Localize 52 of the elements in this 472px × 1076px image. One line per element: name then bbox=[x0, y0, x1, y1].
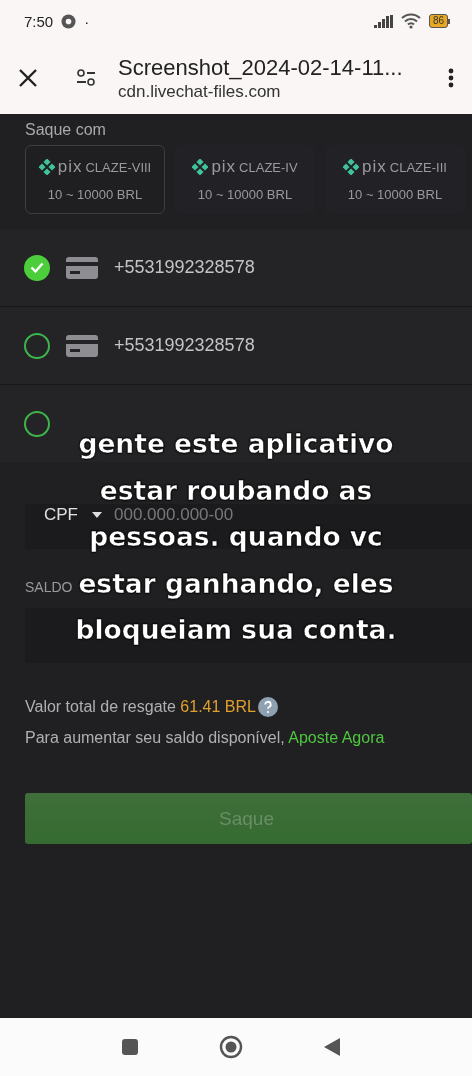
notification-dot: · bbox=[84, 12, 90, 30]
radio-button[interactable] bbox=[24, 410, 50, 437]
total-label: Valor total de resgate 61.41 BRL bbox=[25, 698, 256, 716]
card-icon bbox=[66, 334, 98, 357]
brand-logo: pix bbox=[362, 157, 387, 177]
radio-button[interactable] bbox=[24, 254, 50, 281]
back-button[interactable] bbox=[323, 1037, 341, 1057]
settings-button[interactable] bbox=[76, 69, 96, 87]
method-range: 10 ~ 10000 BRL bbox=[47, 187, 143, 202]
close-icon bbox=[18, 68, 38, 88]
phone-number: +5531992328578 bbox=[114, 257, 255, 278]
phone-number: +5531992328578 bbox=[114, 335, 255, 356]
settings-icon bbox=[76, 69, 96, 87]
brand-logo: pix bbox=[57, 157, 83, 177]
caption-line: estar roubando as bbox=[99, 477, 373, 503]
recents-button[interactable] bbox=[121, 1038, 139, 1056]
close-button[interactable] bbox=[18, 68, 38, 88]
signal-icon bbox=[373, 14, 393, 28]
browser-icon bbox=[61, 13, 77, 29]
diamond-icon bbox=[38, 159, 55, 175]
bet-now-link[interactable]: Aposte Agora bbox=[288, 729, 385, 746]
method-name: CLAZE-III bbox=[389, 159, 447, 175]
payment-method-card[interactable]: pix CLAZE-VIII 10 ~ 10000 BRL bbox=[25, 145, 165, 214]
home-button[interactable] bbox=[219, 1035, 243, 1059]
method-range: 10 ~ 10000 BRL bbox=[197, 187, 293, 202]
hint-text: Para aumentar seu saldo disponível, Aposte Agora bbox=[25, 729, 385, 747]
triangle-icon bbox=[323, 1037, 341, 1057]
card-icon bbox=[66, 256, 98, 279]
method-range: 10 ~ 10000 BRL bbox=[347, 187, 443, 202]
payment-method-card[interactable]: pix CLAZE-III 10 ~ 10000 BRL bbox=[325, 145, 465, 214]
file-source: cdn.livechat-files.com bbox=[118, 81, 282, 102]
menu-icon bbox=[448, 68, 454, 88]
method-name: CLAZE-IV bbox=[239, 159, 298, 175]
payment-method-card[interactable]: pix CLAZE-IV 10 ~ 10000 BRL bbox=[175, 145, 315, 214]
document-type-dropdown[interactable]: CPF bbox=[44, 506, 102, 524]
clock: 7:50 bbox=[24, 12, 54, 30]
wifi-icon bbox=[400, 13, 421, 29]
check-icon bbox=[30, 262, 44, 273]
diamond-icon bbox=[192, 159, 209, 175]
brand-logo: pix bbox=[211, 157, 237, 177]
square-icon bbox=[121, 1038, 139, 1056]
file-title: Screenshot_2024-02-14-11... bbox=[118, 54, 404, 81]
balance-label: SALDO bbox=[25, 579, 73, 595]
battery-icon: 86 bbox=[428, 14, 450, 28]
menu-button[interactable] bbox=[448, 68, 454, 88]
caret-icon bbox=[92, 512, 102, 518]
section-label: Saque com bbox=[25, 121, 106, 140]
radio-button[interactable] bbox=[24, 332, 50, 359]
circle-icon bbox=[219, 1035, 243, 1059]
help-icon[interactable] bbox=[257, 697, 278, 717]
method-name: CLAZE-VIII bbox=[85, 159, 152, 175]
diamond-icon bbox=[343, 159, 360, 175]
